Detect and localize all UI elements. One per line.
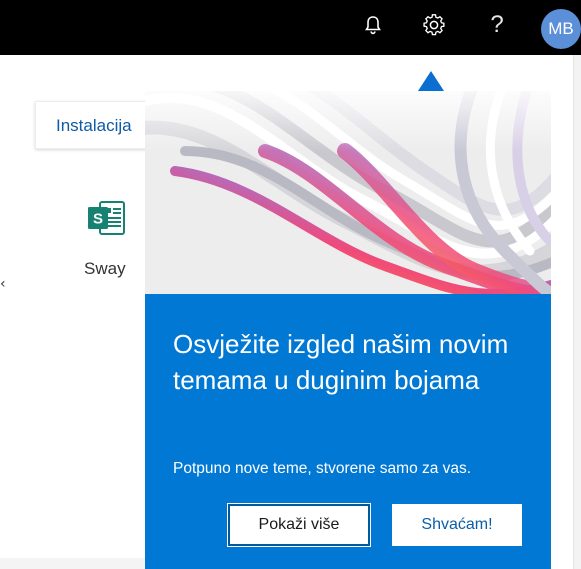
gear-icon[interactable] [421, 12, 447, 38]
got-it-button[interactable]: Shvaćam! [392, 504, 522, 546]
top-bar: ? MB [0, 0, 581, 55]
rainbow-ribbons-illustration [145, 91, 551, 294]
sway-icon[interactable]: S [86, 200, 128, 238]
help-glyph: ? [490, 11, 504, 38]
popover-title: Osvježite izgled našim novim temama u du… [173, 329, 509, 395]
popover-caret [418, 71, 444, 91]
show-more-button[interactable]: Pokaži više [227, 503, 371, 547]
bell-icon[interactable] [360, 12, 386, 38]
install-label: Instalacija [56, 116, 132, 135]
avatar[interactable]: MB [541, 9, 581, 49]
svg-text:S: S [93, 211, 103, 228]
app-label-sway[interactable]: Sway [84, 259, 126, 279]
popover-description: Potpuno nove teme, stvorene samo za vas. [173, 460, 472, 477]
chevron-left-icon[interactable]: ‹ [0, 276, 6, 292]
page-footer-strip [0, 558, 145, 569]
app-window: ? MB Instalacija S Sway ‹ Osvježite izgl… [0, 0, 581, 569]
help-icon[interactable]: ? [484, 12, 510, 38]
theme-popover: Osvježite izgled našim novim temama u du… [145, 91, 551, 569]
scrollbar[interactable] [573, 55, 581, 569]
